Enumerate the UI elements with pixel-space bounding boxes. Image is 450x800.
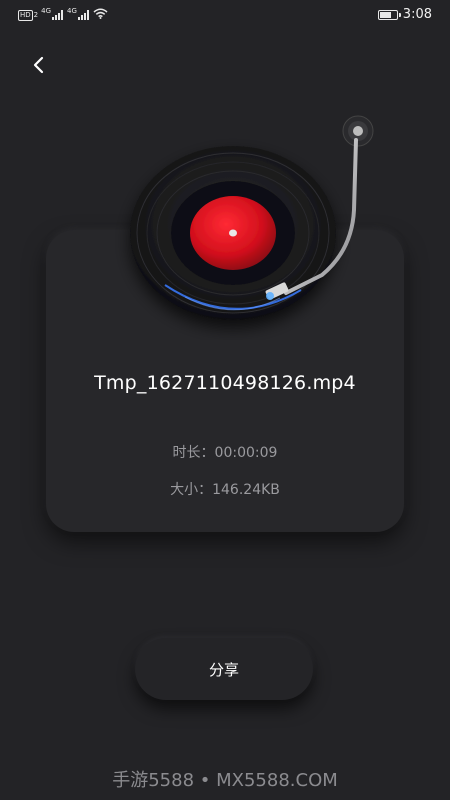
battery-level: [379, 11, 392, 18]
battery-icon: [377, 9, 401, 20]
watermark: 手游5588 • MX5588.COM: [112, 770, 338, 791]
status-bar-left: HD 2 4G 4G: [18, 7, 108, 22]
signal-icon-2: 4G: [67, 7, 90, 20]
hd-sub-text: 2: [33, 11, 39, 19]
network-type-2: 4G: [67, 7, 77, 15]
chevron-left-icon: [33, 56, 44, 74]
duration-row: 时长：00:00:09: [0, 442, 450, 462]
hd-badge-text: HD: [20, 10, 31, 19]
status-time: 3:08: [402, 7, 432, 22]
duration-value: 00:00:09: [214, 445, 278, 461]
hd-icon: HD: [18, 9, 33, 21]
back-button[interactable]: [22, 50, 54, 80]
status-bar: HD 2 4G 4G 3:08: [0, 0, 450, 32]
size-row: 大小：146.24KB: [0, 479, 450, 499]
status-bar-right: 3:08: [377, 7, 432, 22]
signal-icon: 4G: [41, 7, 64, 20]
duration-label: 时长：: [172, 445, 215, 461]
vinyl-record: [130, 146, 336, 320]
file-name: Tmp_1627110498126.mp4: [94, 372, 356, 394]
wifi-icon: [93, 8, 108, 22]
size-value: 146.24KB: [212, 482, 280, 498]
turntable-illustration: [130, 115, 374, 320]
share-button-label: 分享: [208, 660, 239, 679]
share-button[interactable]: 分享: [135, 638, 313, 700]
size-label: 大小：: [170, 482, 213, 498]
network-type-1: 4G: [41, 7, 52, 15]
